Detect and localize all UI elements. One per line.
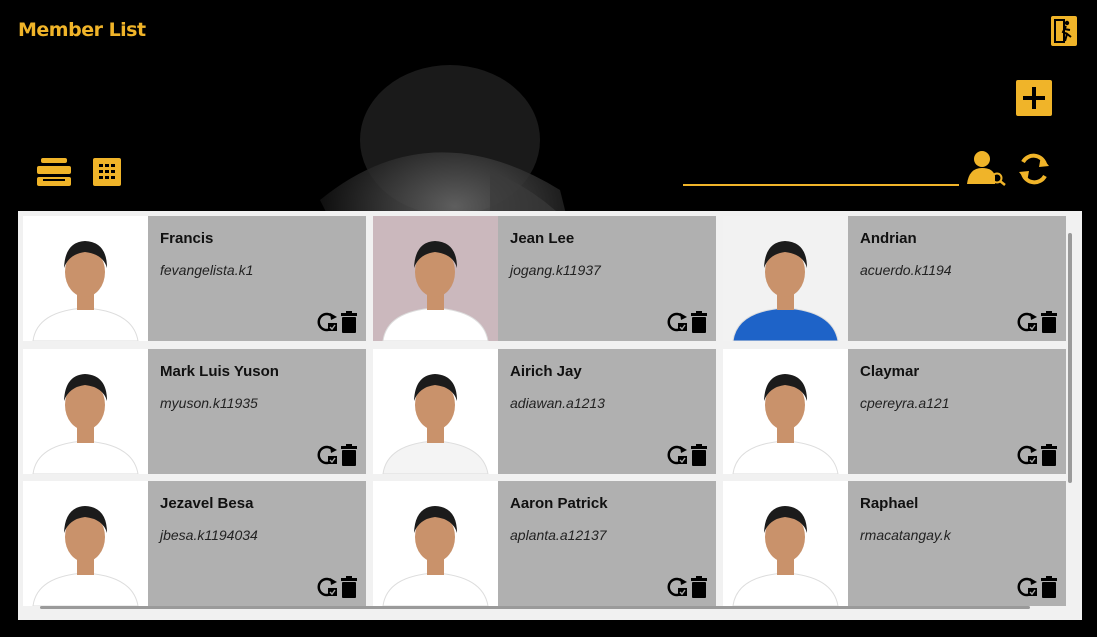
member-info: Raphael rmacatangay.k [848, 481, 1066, 606]
plus-icon [1023, 87, 1045, 109]
exit-run-icon [1054, 19, 1072, 43]
member-card[interactable]: Airich Jay adiawan.a1213 [373, 349, 716, 474]
member-card[interactable]: Claymar cpereyra.a121 [723, 349, 1066, 474]
member-info: Jean Lee jogang.k11937 [498, 216, 716, 341]
member-username: adiawan.a1213 [510, 395, 605, 411]
member-photo [723, 349, 848, 474]
reset-password-icon[interactable] [666, 444, 688, 466]
member-username: fevangelista.k1 [160, 262, 254, 278]
member-username: rmacatangay.k [860, 527, 951, 543]
member-info: Claymar cpereyra.a121 [848, 349, 1066, 474]
member-card[interactable]: Jean Lee jogang.k11937 [373, 216, 716, 341]
refresh-icon[interactable] [1017, 152, 1051, 186]
member-name: Raphael [860, 495, 919, 512]
reset-password-icon[interactable] [1016, 576, 1038, 598]
reset-password-icon[interactable] [316, 444, 338, 466]
member-username: acuerdo.k1194 [860, 262, 952, 278]
member-username: aplanta.a12137 [510, 527, 607, 543]
member-card[interactable]: Andrian acuerdo.k1194 [723, 216, 1066, 341]
member-name: Aaron Patrick [510, 495, 608, 512]
trash-icon[interactable] [340, 576, 358, 598]
page-title: Member List [18, 19, 146, 41]
trash-icon[interactable] [690, 444, 708, 466]
search-input[interactable] [683, 160, 959, 186]
member-photo [23, 481, 148, 606]
member-info: Andrian acuerdo.k1194 [848, 216, 1066, 341]
member-photo [373, 216, 498, 341]
member-photo [373, 481, 498, 606]
member-username: jbesa.k1194034 [160, 527, 258, 543]
add-member-button[interactable] [1016, 80, 1052, 116]
trash-icon[interactable] [1040, 311, 1058, 333]
member-info: Mark Luis Yuson myuson.k11935 [148, 349, 366, 474]
member-name: Claymar [860, 363, 920, 380]
trash-icon[interactable] [340, 444, 358, 466]
list-view-icon[interactable] [37, 158, 71, 186]
trash-icon[interactable] [1040, 444, 1058, 466]
member-photo [373, 349, 498, 474]
member-info: Jezavel Besa jbesa.k1194034 [148, 481, 366, 606]
member-username: cpereyra.a121 [860, 395, 950, 411]
member-name: Mark Luis Yuson [160, 363, 279, 380]
member-name: Francis [160, 230, 214, 247]
member-info: Airich Jay adiawan.a1213 [498, 349, 716, 474]
vertical-scrollbar[interactable] [1068, 233, 1072, 483]
member-name: Andrian [860, 230, 917, 247]
reset-password-icon[interactable] [1016, 444, 1038, 466]
trash-icon[interactable] [690, 311, 708, 333]
reset-password-icon[interactable] [316, 311, 338, 333]
grid-view-icon[interactable] [93, 158, 121, 186]
trash-icon[interactable] [340, 311, 358, 333]
member-name: Airich Jay [510, 363, 582, 380]
reset-password-icon[interactable] [316, 576, 338, 598]
member-photo [723, 481, 848, 606]
member-name: Jean Lee [510, 230, 575, 247]
reset-password-icon[interactable] [666, 311, 688, 333]
trash-icon[interactable] [690, 576, 708, 598]
member-info: Aaron Patrick aplanta.a12137 [498, 481, 716, 606]
member-username: jogang.k11937 [510, 262, 601, 278]
member-photo [23, 216, 148, 341]
exit-button[interactable] [1051, 16, 1077, 46]
reset-password-icon[interactable] [666, 576, 688, 598]
member-card[interactable]: Mark Luis Yuson myuson.k11935 [23, 349, 366, 474]
member-card[interactable]: Aaron Patrick aplanta.a12137 [373, 481, 716, 606]
member-card[interactable]: Jezavel Besa jbesa.k1194034 [23, 481, 366, 606]
member-name: Jezavel Besa [160, 495, 254, 512]
member-card[interactable]: Raphael rmacatangay.k [723, 481, 1066, 606]
member-photo [723, 216, 848, 341]
reset-password-icon[interactable] [1016, 311, 1038, 333]
trash-icon[interactable] [1040, 576, 1058, 598]
member-card[interactable]: Francis fevangelista.k1 [23, 216, 366, 341]
member-username: myuson.k11935 [160, 395, 258, 411]
user-search-icon[interactable] [967, 150, 1007, 186]
member-photo [23, 349, 148, 474]
horizontal-scrollbar[interactable] [40, 606, 1030, 609]
member-info: Francis fevangelista.k1 [148, 216, 366, 341]
